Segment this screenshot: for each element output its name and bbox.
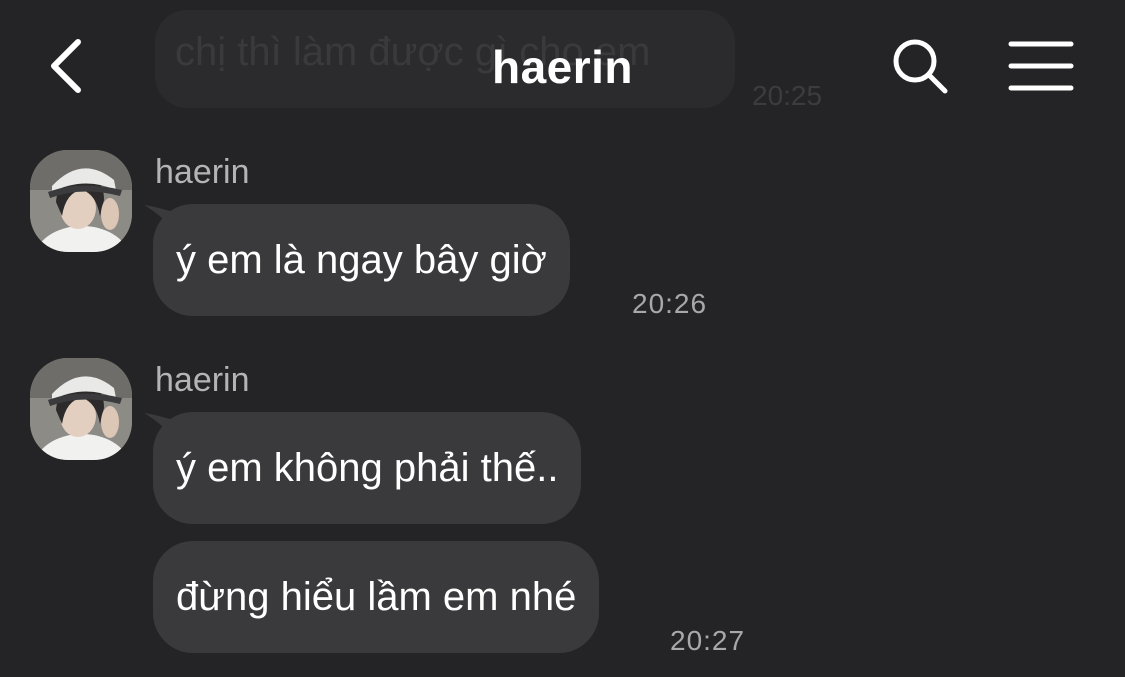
message-bubble[interactable]: đừng hiểu lầm em nhé	[153, 541, 600, 653]
chat-header: haerin	[0, 0, 1125, 130]
message-bubble[interactable]: ý em không phải thế..	[153, 412, 582, 524]
sender-name: haerin	[155, 361, 250, 399]
chat-screen: chị thì làm được gì cho em 20:25 haerin	[0, 0, 1125, 677]
hamburger-menu-icon	[1008, 41, 1074, 91]
message-timestamp: 20:27	[670, 625, 746, 656]
message-bubble[interactable]: ý em là ngay bây giờ	[153, 204, 570, 316]
profile-photo	[30, 150, 132, 252]
search-button[interactable]	[888, 34, 952, 98]
avatar[interactable]	[30, 150, 132, 252]
message-timestamp: 20:26	[632, 288, 708, 319]
chat-title: haerin	[491, 41, 634, 93]
search-icon	[893, 39, 948, 94]
avatar[interactable]	[30, 358, 132, 460]
sender-name: haerin	[155, 153, 250, 191]
profile-photo	[30, 358, 132, 460]
menu-button[interactable]	[1006, 38, 1076, 94]
